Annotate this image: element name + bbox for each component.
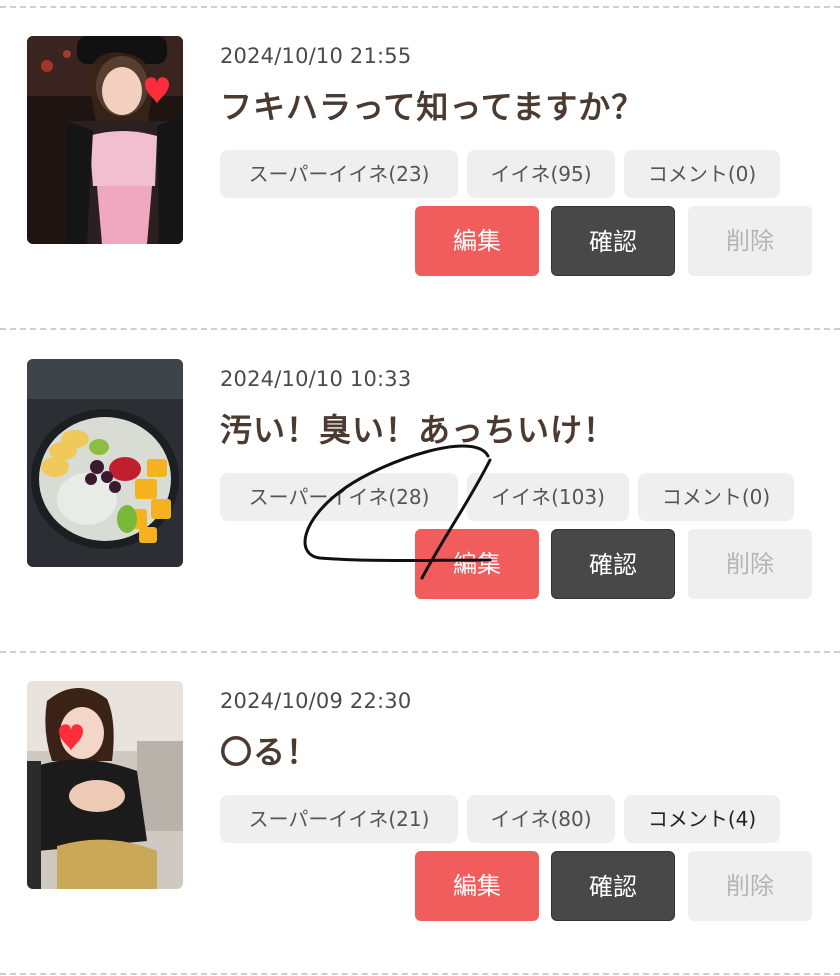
edit-button[interactable]: 編集 bbox=[415, 206, 539, 276]
super-like-count[interactable]: スーパーイイネ(23) bbox=[220, 150, 458, 198]
post-date: 2024/10/09 22:30 bbox=[220, 689, 412, 713]
delete-button[interactable]: 削除 bbox=[688, 529, 812, 599]
post-thumbnail[interactable] bbox=[27, 36, 183, 244]
like-count[interactable]: イイネ(95) bbox=[467, 150, 615, 198]
post-item: 2024/10/10 10:33 汚い！臭い！あっちいけ！ スーパーイイネ(28… bbox=[0, 329, 840, 651]
post-thumbnail[interactable] bbox=[27, 359, 183, 567]
confirm-button[interactable]: 確認 bbox=[551, 206, 675, 276]
confirm-button[interactable]: 確認 bbox=[551, 851, 675, 921]
like-count[interactable]: イイネ(80) bbox=[467, 795, 615, 843]
post-item: 2024/10/09 22:30 〇る！ スーパーイイネ(21) イイネ(80)… bbox=[0, 651, 840, 973]
edit-button[interactable]: 編集 bbox=[415, 851, 539, 921]
edit-button[interactable]: 編集 bbox=[415, 529, 539, 599]
bottom-separator bbox=[0, 973, 840, 975]
super-like-count[interactable]: スーパーイイネ(28) bbox=[220, 473, 458, 521]
delete-button[interactable]: 削除 bbox=[688, 206, 812, 276]
post-title[interactable]: 汚い！臭い！あっちいけ！ bbox=[220, 405, 616, 451]
comment-count[interactable]: コメント(0) bbox=[638, 473, 794, 521]
post-title[interactable]: 〇る！ bbox=[220, 727, 319, 773]
confirm-button[interactable]: 確認 bbox=[551, 529, 675, 599]
delete-button[interactable]: 削除 bbox=[688, 851, 812, 921]
comment-count[interactable]: コメント(0) bbox=[624, 150, 780, 198]
super-like-count[interactable]: スーパーイイネ(21) bbox=[220, 795, 458, 843]
like-count[interactable]: イイネ(103) bbox=[467, 473, 629, 521]
comment-count[interactable]: コメント(4) bbox=[624, 795, 780, 843]
post-thumbnail[interactable] bbox=[27, 681, 183, 889]
post-date: 2024/10/10 21:55 bbox=[220, 44, 412, 68]
post-title[interactable]: フキハラって知ってますか？ bbox=[220, 82, 644, 128]
post-date: 2024/10/10 10:33 bbox=[220, 367, 412, 391]
post-item: 2024/10/10 21:55 フキハラって知ってますか？ スーパーイイネ(2… bbox=[0, 6, 840, 328]
